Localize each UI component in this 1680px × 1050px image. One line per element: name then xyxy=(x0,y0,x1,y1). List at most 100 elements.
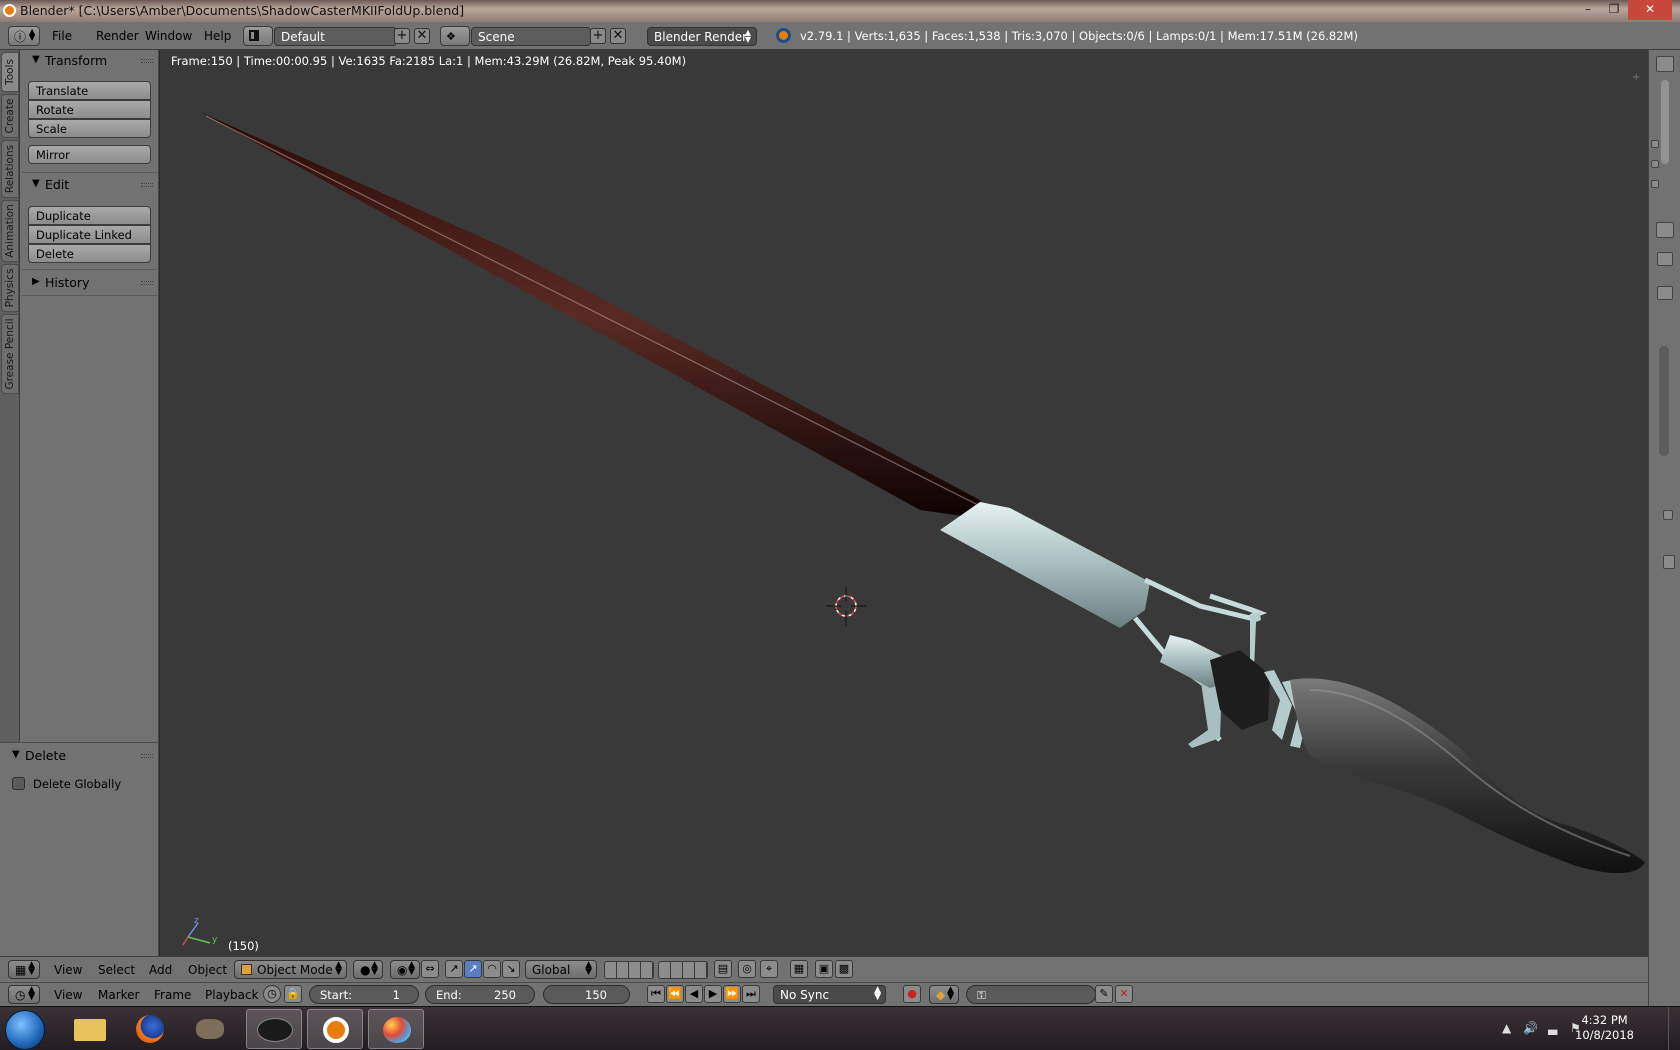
minimize-button[interactable]: – xyxy=(1575,0,1601,20)
editor-type-3d-icon[interactable]: ▦ ▲ ▼ xyxy=(8,960,40,979)
properties-scrollbar[interactable] xyxy=(1659,346,1669,456)
menu-view[interactable]: View xyxy=(54,988,82,1002)
tab-tools[interactable]: Tools xyxy=(1,52,19,92)
jump-to-start-icon[interactable]: ⏮ xyxy=(647,985,665,1003)
outliner-scrollbar[interactable] xyxy=(1661,80,1669,164)
play-reverse-icon[interactable]: ◀ xyxy=(685,985,703,1003)
checkbox-icon[interactable] xyxy=(1663,510,1673,520)
delete-button[interactable]: Delete xyxy=(28,244,151,263)
jump-to-end-icon[interactable]: ⏭ xyxy=(742,985,760,1003)
preview-range-icon[interactable]: ◷ xyxy=(263,985,281,1003)
manipulator-toggle-icon[interactable]: ↗ xyxy=(445,960,463,978)
snap-icon[interactable]: ⌖ xyxy=(760,960,778,978)
editor-type-timeline-icon[interactable]: ◷ ▲ ▼ xyxy=(8,985,40,1004)
taskbar-firefox[interactable] xyxy=(122,1009,178,1049)
menu-window[interactable]: Window xyxy=(145,29,192,43)
record-icon[interactable]: ● xyxy=(903,985,921,1003)
render-properties-icon[interactable] xyxy=(1656,222,1674,238)
drag-grip-icon[interactable] xyxy=(141,754,153,758)
mirror-button[interactable]: Mirror xyxy=(28,145,151,164)
menu-render[interactable]: Render xyxy=(96,29,139,43)
tool-properties-icon[interactable] xyxy=(1657,252,1673,266)
end-frame-field[interactable]: End: 250 xyxy=(425,985,535,1004)
drag-grip-icon[interactable] xyxy=(141,183,153,187)
menu-playback[interactable]: Playback xyxy=(205,988,259,1002)
scene-field[interactable]: Scene xyxy=(471,27,591,46)
editor-type-info-icon[interactable]: ⓘ ▲ ▼ xyxy=(8,26,40,46)
history-panel-header[interactable]: ▶ History xyxy=(20,272,159,294)
tab-physics[interactable]: Physics xyxy=(1,264,19,312)
network-icon[interactable]: ▃ xyxy=(1548,1021,1557,1035)
scale-button[interactable]: Scale xyxy=(28,119,151,138)
layer-lock-icon[interactable]: ▤ xyxy=(714,960,732,978)
screen-layout-grid-icon[interactable] xyxy=(243,26,273,46)
tab-animation[interactable]: Animation xyxy=(1,200,19,262)
tab-grease-pencil[interactable]: Grease Pencil xyxy=(1,314,19,394)
play-icon[interactable]: ▶ xyxy=(704,985,722,1003)
transform-panel-header[interactable]: ▼ Transform xyxy=(20,50,159,72)
duplicate-linked-button[interactable]: Duplicate Linked xyxy=(28,225,151,244)
viewport-shading-dropdown[interactable]: ● ▲ ▼ xyxy=(353,960,383,979)
edit-panel-header[interactable]: ▼ Edit xyxy=(20,174,159,196)
tab-relations[interactable]: Relations xyxy=(1,140,19,198)
snap-target-icon[interactable]: ▦ xyxy=(790,960,808,978)
taskbar-creation-app[interactable] xyxy=(246,1009,302,1049)
current-frame-field[interactable]: 150 xyxy=(543,985,630,1004)
close-icon[interactable] xyxy=(1657,286,1673,300)
scene-icon[interactable]: ❖ xyxy=(440,26,470,46)
keying-set-field[interactable]: ⚿ xyxy=(966,985,1096,1004)
menu-add[interactable]: Add xyxy=(149,963,172,977)
taskbar-blender[interactable] xyxy=(307,1009,363,1049)
delete-keyframe-icon[interactable]: ✕ xyxy=(1115,985,1133,1003)
insert-keyframe-icon[interactable]: ✎ xyxy=(1095,985,1113,1003)
delete-globally-checkbox[interactable] xyxy=(12,777,25,790)
render-preview-icon[interactable]: ▣ xyxy=(815,960,833,978)
menu-object[interactable]: Object xyxy=(188,963,227,977)
taskbar-clock[interactable]: 4:32 PM 10/8/2018 xyxy=(1575,1013,1634,1043)
start-button[interactable] xyxy=(5,1010,45,1050)
show-desktop-button[interactable] xyxy=(1668,1007,1680,1050)
scale-manipulator-icon[interactable]: ↘ xyxy=(502,960,520,978)
keying-type-dropdown[interactable]: ◆ ▲ ▼ xyxy=(929,985,959,1004)
eye-icon[interactable] xyxy=(1651,160,1659,168)
properties-editor-strip[interactable] xyxy=(1648,50,1680,1006)
tab-create[interactable]: Create xyxy=(1,94,19,138)
taskbar-file-explorer[interactable] xyxy=(62,1009,118,1049)
mode-dropdown[interactable]: Object Mode ▲ ▼ xyxy=(234,960,347,979)
menu-help[interactable]: Help xyxy=(204,29,231,43)
drag-grip-icon[interactable] xyxy=(141,59,153,63)
drag-grip-icon[interactable] xyxy=(141,281,153,285)
rotate-manipulator-icon[interactable]: ◠ xyxy=(483,960,501,978)
maximize-button[interactable]: ❐ xyxy=(1601,0,1627,20)
volume-icon[interactable]: 🔊 xyxy=(1523,1021,1538,1035)
translate-button[interactable]: Translate xyxy=(28,81,151,100)
add-screen-icon[interactable]: + xyxy=(394,28,410,44)
menu-select[interactable]: Select xyxy=(98,963,135,977)
screen-layout-field[interactable]: Default xyxy=(274,27,397,46)
eye-icon[interactable] xyxy=(1651,180,1659,188)
menu-frame[interactable]: Frame xyxy=(154,988,191,1002)
eye-icon[interactable] xyxy=(1651,140,1659,148)
pivot-center-icon[interactable]: ⇔ xyxy=(421,960,439,978)
lock-icon[interactable]: 🔒 xyxy=(284,985,302,1003)
field-icon[interactable] xyxy=(1663,555,1675,569)
menu-marker[interactable]: Marker xyxy=(98,988,139,1002)
sync-mode-dropdown[interactable]: No Sync ▲ ▼ xyxy=(773,985,886,1004)
tray-expand-icon[interactable]: ▲ xyxy=(1502,1021,1511,1035)
rotate-button[interactable]: Rotate xyxy=(28,100,151,119)
remove-scene-icon[interactable]: ✕ xyxy=(610,28,626,44)
taskbar-paint[interactable] xyxy=(368,1009,424,1049)
menu-view[interactable]: View xyxy=(54,963,82,977)
translate-manipulator-icon[interactable]: ↗ xyxy=(464,960,482,978)
render-animation-icon[interactable]: ▩ xyxy=(835,960,853,978)
3d-viewport[interactable]: Frame:150 | Time:00:00.95 | Ve:1635 Fa:2… xyxy=(160,50,1648,956)
menu-file[interactable]: File xyxy=(52,29,72,43)
proportional-edit-icon[interactable]: ◎ xyxy=(738,960,756,978)
remove-screen-icon[interactable]: ✕ xyxy=(414,28,430,44)
layer-buttons-group-2[interactable] xyxy=(658,961,708,979)
start-frame-field[interactable]: Start: 1 xyxy=(309,985,419,1004)
duplicate-button[interactable]: Duplicate xyxy=(28,206,151,225)
add-scene-icon[interactable]: + xyxy=(590,28,606,44)
jump-to-prev-keyframe-icon[interactable]: ⏪ xyxy=(666,985,684,1003)
delete-operator-header[interactable]: ▼ Delete xyxy=(0,745,159,767)
